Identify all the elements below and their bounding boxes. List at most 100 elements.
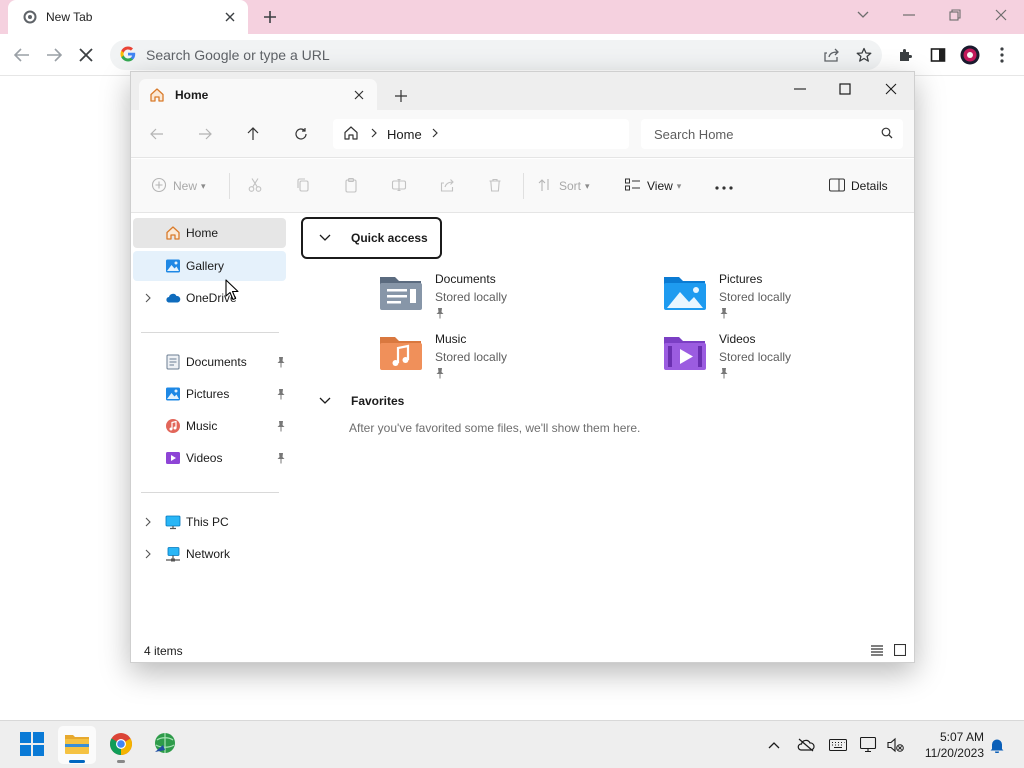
sidebar-item-pictures[interactable]: Pictures: [133, 379, 286, 409]
sidebar-item-onedrive[interactable]: OneDrive: [133, 283, 286, 313]
search-input[interactable]: Search Home: [641, 119, 903, 149]
taskbar-download-manager[interactable]: [146, 726, 184, 764]
clock-date: 11/20/2023: [924, 746, 984, 760]
share-button[interactable]: [439, 174, 455, 198]
quick-access-header[interactable]: Quick access: [301, 217, 442, 259]
explorer-tab-home[interactable]: Home: [139, 79, 377, 110]
details-view-icon[interactable]: [869, 642, 885, 658]
view-button[interactable]: View ▾: [625, 174, 681, 198]
sidebar-divider: [141, 492, 279, 493]
minimize-icon[interactable]: [896, 4, 922, 26]
explorer-minimize-icon[interactable]: [784, 76, 816, 102]
profile-avatar-icon[interactable]: [958, 43, 982, 67]
search-placeholder: Search Home: [654, 126, 734, 142]
browser-tab-new-tab[interactable]: New Tab: [8, 0, 248, 34]
details-pane-icon: [829, 178, 845, 195]
collapse-chevron-icon[interactable]: [315, 228, 335, 248]
bookmark-star-icon[interactable]: [850, 41, 878, 69]
show-hidden-icons-chevron-icon[interactable]: [764, 735, 784, 755]
pin-icon[interactable]: [275, 355, 287, 369]
sidebar-item-this-pc[interactable]: This PC: [133, 507, 286, 537]
omnibox[interactable]: Search Google or type a URL: [110, 40, 882, 70]
breadcrumb-home[interactable]: Home: [387, 127, 422, 142]
explorer-title-bar: Home: [131, 72, 914, 110]
sidebar-item-label: Gallery: [186, 259, 225, 273]
sidebar-item-label: Pictures: [186, 387, 230, 401]
pin-icon: [719, 307, 729, 319]
quick-access-item-name: Music: [435, 332, 467, 346]
see-more-button[interactable]: [715, 174, 733, 198]
quick-access-item-videos[interactable]: Videos Stored locally: [661, 328, 901, 384]
explorer-new-tab-icon[interactable]: [391, 86, 411, 106]
more-menu-icon[interactable]: [990, 43, 1014, 67]
quick-access-item-documents[interactable]: Documents Stored locally: [377, 268, 617, 324]
onedrive-offline-icon[interactable]: [796, 735, 816, 755]
sidebar-item-music[interactable]: Music: [133, 411, 286, 441]
network-monitor-icon[interactable]: [859, 735, 879, 755]
file-explorer-window: Home Home Search Home New ▾ Sort ▾ View …: [130, 71, 915, 663]
pin-icon[interactable]: [275, 387, 287, 401]
keyboard-icon[interactable]: [828, 735, 848, 755]
expand-chevron-icon[interactable]: [143, 516, 153, 528]
stop-loading-icon[interactable]: [74, 43, 98, 67]
pin-icon[interactable]: [275, 419, 287, 433]
side-panel-icon[interactable]: [926, 43, 950, 67]
navigation-pane: Home Gallery OneDrive Documents Pictures…: [131, 214, 291, 638]
tab-search-chevron-icon[interactable]: [850, 4, 876, 26]
breadcrumb-chevron-icon[interactable]: [432, 127, 438, 141]
breadcrumb-chevron-icon[interactable]: [371, 127, 377, 141]
cut-button[interactable]: [247, 174, 263, 198]
sidebar-item-documents[interactable]: Documents: [133, 347, 286, 377]
chevron-down-icon: ▾: [676, 180, 682, 191]
paste-button[interactable]: [343, 174, 359, 198]
quick-access-item-pictures[interactable]: Pictures Stored locally: [661, 268, 901, 324]
favorites-header[interactable]: Favorites: [315, 391, 404, 411]
close-explorer-tab-icon[interactable]: [351, 87, 367, 103]
explorer-forward-icon[interactable]: [194, 123, 216, 145]
sidebar-item-videos[interactable]: Videos: [133, 443, 286, 473]
new-tab-plus-icon[interactable]: [258, 5, 282, 29]
explorer-refresh-icon[interactable]: [290, 123, 312, 145]
address-home-icon[interactable]: [343, 125, 359, 144]
chrome-icon: [109, 732, 133, 759]
volume-muted-icon[interactable]: [885, 735, 905, 755]
explorer-maximize-icon[interactable]: [829, 76, 861, 102]
onedrive-cloud-icon: [165, 290, 181, 306]
explorer-up-icon[interactable]: [242, 123, 264, 145]
share-icon[interactable]: [818, 41, 846, 69]
explorer-close-icon[interactable]: [875, 76, 907, 102]
large-icons-view-icon[interactable]: [892, 642, 908, 658]
notification-bell-icon[interactable]: [987, 735, 1007, 755]
taskbar-file-explorer[interactable]: [58, 726, 96, 764]
address-bar[interactable]: Home: [333, 119, 629, 149]
collapse-chevron-icon[interactable]: [315, 391, 335, 411]
forward-arrow-icon[interactable]: [42, 43, 66, 67]
sidebar-item-gallery[interactable]: Gallery: [133, 251, 286, 281]
details-pane-button[interactable]: Details: [829, 174, 888, 198]
rename-icon: [391, 177, 407, 196]
sidebar-item-home[interactable]: Home: [133, 218, 286, 248]
new-button-label: New: [173, 179, 198, 193]
expand-chevron-icon[interactable]: [143, 292, 153, 304]
start-button[interactable]: [13, 726, 51, 764]
expand-chevron-icon[interactable]: [143, 548, 153, 560]
videos-icon: [165, 450, 181, 466]
copy-button[interactable]: [295, 174, 311, 198]
sidebar-item-network[interactable]: Network: [133, 539, 286, 569]
delete-button[interactable]: [487, 174, 503, 198]
taskbar-chrome[interactable]: [102, 726, 140, 764]
pin-icon[interactable]: [275, 451, 287, 465]
network-icon: [165, 546, 181, 562]
rename-button[interactable]: [391, 174, 407, 198]
sort-button[interactable]: Sort ▾: [537, 174, 590, 198]
new-button[interactable]: New ▾: [151, 174, 206, 198]
extensions-puzzle-icon[interactable]: [894, 43, 918, 67]
restore-icon[interactable]: [942, 4, 968, 26]
explorer-back-icon[interactable]: [146, 123, 168, 145]
close-tab-icon[interactable]: [222, 9, 238, 25]
taskbar-clock[interactable]: 5:07 AM 11/20/2023: [910, 729, 984, 761]
close-window-icon[interactable]: [988, 4, 1014, 26]
quick-access-item-music[interactable]: Music Stored locally: [377, 328, 617, 384]
back-arrow-icon[interactable]: [10, 43, 34, 67]
home-icon: [165, 225, 181, 241]
